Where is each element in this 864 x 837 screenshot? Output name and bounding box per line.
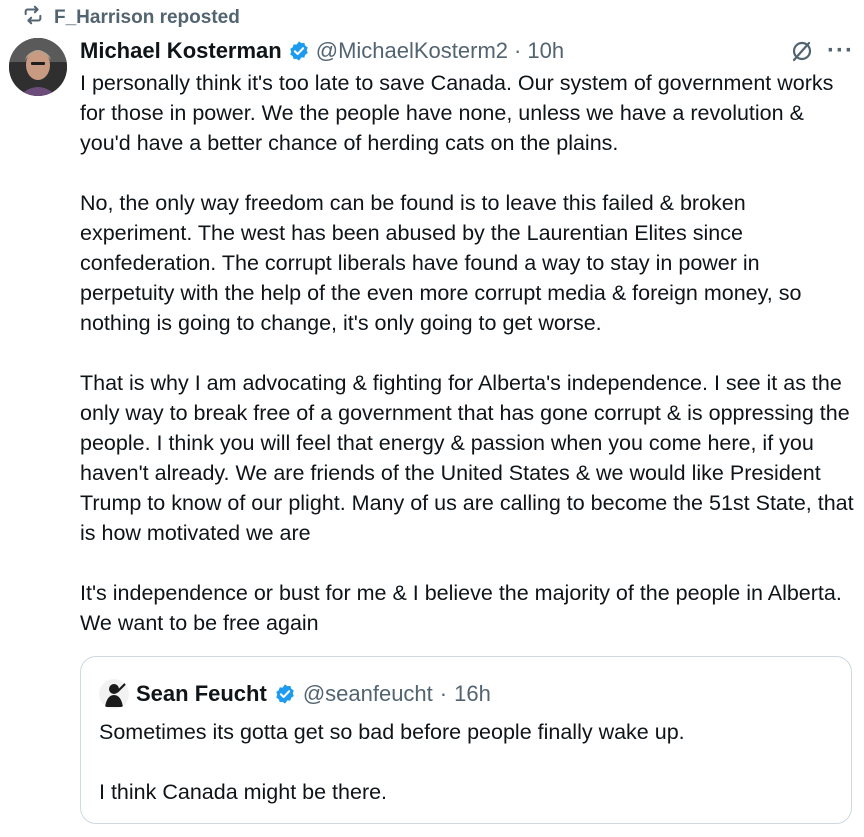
author-handle[interactable]: @MichaelKosterm2 (316, 38, 508, 64)
quote-author-avatar[interactable] (99, 679, 129, 709)
post-paragraph: It's independence or bust for me & I bel… (80, 581, 842, 635)
repost-label: F_Harrison reposted (54, 7, 240, 28)
quote-time[interactable]: 16h (454, 681, 491, 707)
repost-indicator[interactable]: F_Harrison reposted (22, 4, 240, 32)
verified-badge-icon[interactable] (274, 683, 296, 705)
post-time[interactable]: 10h (527, 38, 564, 64)
repost-icon (22, 4, 44, 32)
post-paragraph: I personally think it's too late to save… (80, 71, 834, 155)
post-actions: ··· (789, 38, 854, 64)
grok-icon[interactable] (789, 38, 815, 64)
quoted-post[interactable]: Sean Feucht @seanfeucht · 16h Sometimes … (80, 656, 852, 824)
quote-paragraph: I think Canada might be there. (99, 780, 388, 804)
more-options-icon[interactable]: ··· (827, 39, 854, 63)
quote-paragraph: Sometimes its gotta get so bad before pe… (99, 720, 685, 744)
author-name[interactable]: Michael Kosterman (80, 38, 282, 64)
post-text: I personally think it's too late to save… (80, 68, 855, 638)
quote-author-handle[interactable]: @seanfeucht (303, 681, 433, 707)
post-paragraph: No, the only way freedom can be found is… (80, 191, 802, 335)
post-header: Michael Kosterman @MichaelKosterm2 · 10h (80, 36, 564, 66)
quote-author-name[interactable]: Sean Feucht (136, 681, 267, 707)
separator-dot: · (439, 681, 448, 706)
verified-badge-icon[interactable] (288, 40, 310, 62)
quote-text: Sometimes its gotta get so bad before pe… (99, 717, 839, 807)
quote-header: Sean Feucht @seanfeucht · 16h (99, 679, 491, 709)
post-paragraph: That is why I am advocating & fighting f… (80, 371, 854, 545)
author-avatar[interactable] (9, 38, 67, 96)
separator-dot: · (514, 38, 522, 63)
